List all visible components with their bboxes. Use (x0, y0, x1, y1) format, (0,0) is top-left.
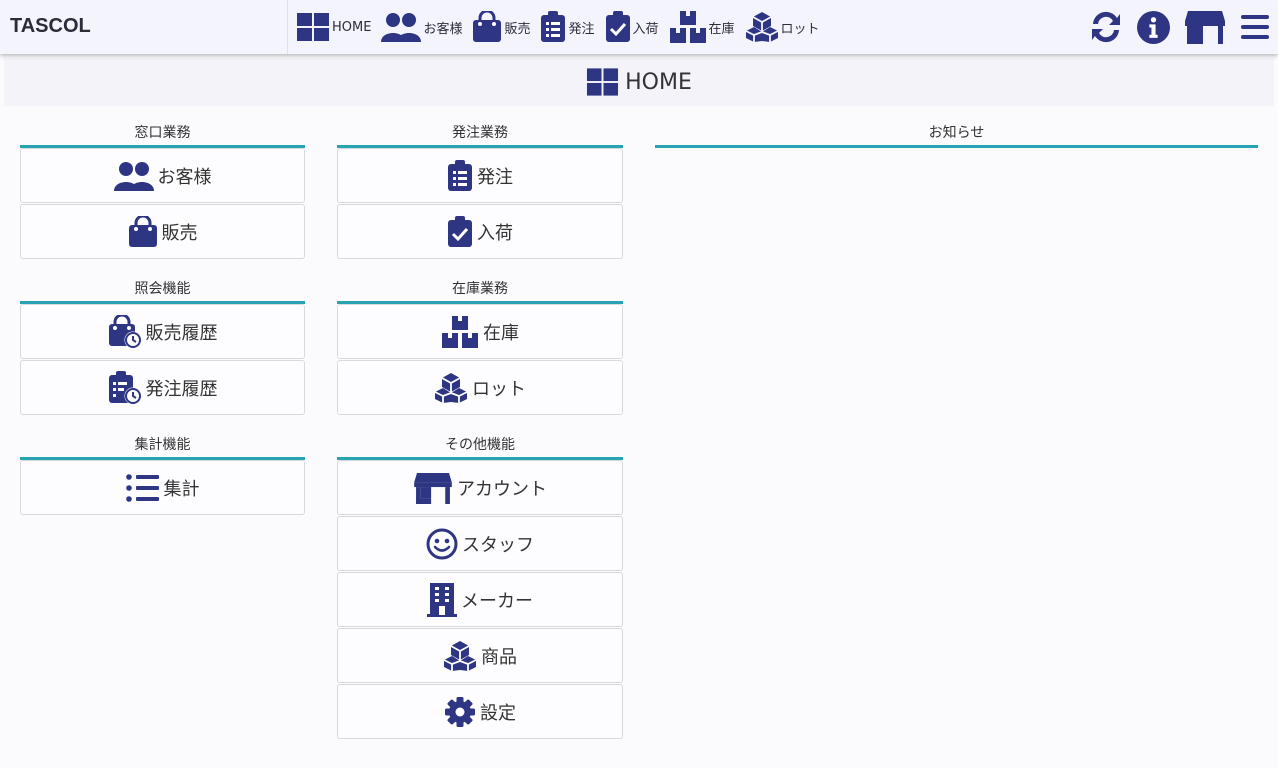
tile-label: 販売 (161, 222, 198, 244)
clipboard-list-icon (448, 159, 472, 191)
section-totals: 集計機能 集計 (20, 430, 305, 515)
tile-account[interactable]: アカウント (337, 460, 623, 515)
column-middle: 発注業務 発注 入荷 在庫業務 在庫 ロット その他機能 アカウント スタッフ (337, 118, 623, 754)
store-icon (1185, 11, 1225, 44)
nav-item-label: 発注 (568, 21, 595, 37)
grid-icon (297, 13, 329, 41)
nav-item-receive[interactable]: 入荷 (605, 11, 659, 43)
refresh-button[interactable] (1089, 10, 1123, 44)
section-title: 集計機能 (20, 430, 305, 460)
section-stock: 在庫業務 在庫 ロット (337, 274, 623, 415)
bag-history-icon (108, 314, 141, 348)
smile-icon (426, 528, 458, 559)
nav-item-label: 在庫 (708, 21, 735, 37)
list-icon (125, 473, 159, 502)
info-button[interactable] (1137, 10, 1170, 44)
tile-staff[interactable]: スタッフ (337, 516, 623, 571)
tile-sales-history[interactable]: 販売履歴 (20, 304, 305, 359)
tile-receive[interactable]: 入荷 (337, 204, 623, 259)
menu-button[interactable] (1240, 13, 1270, 41)
clipboard-history-icon (108, 370, 141, 404)
tile-stock[interactable]: 在庫 (337, 304, 623, 359)
section-title: 発注業務 (337, 118, 623, 148)
tile-totals[interactable]: 集計 (20, 460, 305, 515)
tile-customers[interactable]: お客様 (20, 148, 305, 203)
tile-label: ロット (472, 378, 526, 400)
nav-item-label: ロット (780, 21, 820, 37)
tile-label: 商品 (481, 646, 517, 668)
toolbar (1075, 0, 1270, 54)
bag-icon (128, 215, 157, 247)
tile-label: 販売履歴 (145, 322, 218, 344)
users-icon (113, 161, 154, 191)
section-title: 在庫業務 (337, 274, 623, 304)
tile-product[interactable]: 商品 (337, 628, 623, 683)
app-title: TASCOL (0, 0, 288, 54)
menu-icon (1241, 15, 1269, 39)
section-title: お知らせ (655, 118, 1258, 148)
section-other: その他機能 アカウント スタッフ メーカー 商品 設定 (337, 430, 623, 739)
users-icon (381, 13, 422, 42)
tile-label: スタッフ (462, 534, 534, 556)
tile-maker[interactable]: メーカー (337, 572, 623, 627)
gear-icon (445, 696, 475, 727)
tile-sales[interactable]: 販売 (20, 204, 305, 259)
tile-lot[interactable]: ロット (337, 360, 623, 415)
boxes-icon (669, 11, 706, 43)
store-icon (414, 472, 452, 504)
tile-label: 入荷 (477, 222, 513, 244)
top-bar: TASCOL HOME お客様 販売 発注 入荷 在庫 ロット (0, 0, 1278, 54)
tile-order[interactable]: 発注 (337, 148, 623, 203)
info-icon (1137, 10, 1170, 44)
clipboard-list-icon (541, 11, 566, 42)
nav-item-order[interactable]: 発注 (540, 11, 595, 43)
section-title: その他機能 (337, 430, 623, 460)
column-news: お知らせ (655, 118, 1258, 158)
nav-item-label: HOME (332, 19, 372, 35)
nav-item-label: お客様 (423, 21, 463, 37)
nav-item-label: 販売 (504, 21, 531, 37)
cubes-icon (443, 640, 477, 671)
tile-settings[interactable]: 設定 (337, 684, 623, 739)
section-inquiry: 照会機能 販売履歴 発注履歴 (20, 274, 305, 415)
tile-label: 発注 (477, 166, 513, 188)
tile-label: 設定 (480, 702, 516, 724)
page-title: HOME (625, 69, 692, 95)
nav-item-customers[interactable]: お客様 (381, 12, 462, 42)
nav-item-stock[interactable]: 在庫 (669, 10, 735, 44)
section-title: 照会機能 (20, 274, 305, 304)
bag-icon (473, 11, 502, 42)
refresh-icon (1092, 11, 1120, 43)
section-title: 窓口業務 (20, 118, 305, 148)
cubes-icon (745, 12, 778, 42)
tile-order-history[interactable]: 発注履歴 (20, 360, 305, 415)
grid-icon (587, 68, 619, 96)
tile-label: お客様 (157, 166, 212, 188)
main-nav: HOME お客様 販売 発注 入荷 在庫 ロット (296, 0, 830, 54)
news-list (655, 148, 1258, 158)
store-button[interactable] (1184, 10, 1226, 44)
nav-item-lot[interactable]: ロット (745, 11, 820, 43)
cubes-icon (434, 372, 468, 403)
tile-label: 集計 (163, 478, 200, 500)
clipboard-check-icon (448, 215, 472, 247)
clipboard-check-icon (605, 11, 630, 42)
nav-item-sales[interactable]: 販売 (472, 11, 530, 43)
page-header: HOME (4, 58, 1274, 106)
tile-label: 在庫 (483, 322, 519, 344)
tile-label: メーカー (461, 590, 533, 612)
building-icon (427, 582, 457, 617)
column-left: 窓口業務 お客様 販売 照会機能 販売履歴 発注履歴 集計機能 集計 (20, 118, 305, 530)
tile-label: アカウント (457, 478, 547, 500)
tile-label: 発注履歴 (145, 378, 218, 400)
section-counter: 窓口業務 お客様 販売 (20, 118, 305, 259)
section-ordering: 発注業務 発注 入荷 (337, 118, 623, 259)
nav-item-home[interactable]: HOME (296, 12, 371, 42)
boxes-icon (442, 315, 478, 348)
nav-item-label: 入荷 (632, 21, 659, 37)
